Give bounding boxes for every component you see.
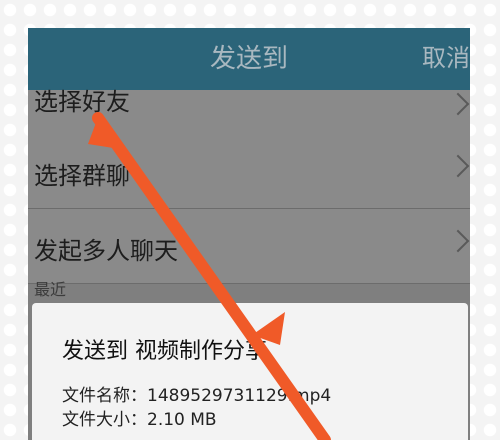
page-title: 发送到 <box>209 44 288 74</box>
file-name-text: 文件名称：1489529731129.mp4 <box>62 386 332 406</box>
chevron-right-icon <box>446 92 470 116</box>
select-friend-item[interactable]: 选择好友 <box>28 88 470 135</box>
recent-section-label: 最近 <box>34 280 67 299</box>
chevron-right-icon <box>446 154 470 178</box>
select-group-label: 选择群聊 <box>34 162 130 190</box>
send-confirm-dialog: 发送到 视频制作分享 文件名称：1489529731129.mp4 文件大小：2… <box>32 303 468 440</box>
cancel-button[interactable]: 取消 <box>422 38 470 73</box>
chevron-right-icon <box>446 229 470 253</box>
app-screen: 发送到 取消 选择好友 选择群聊 发起多人聊天 最近 发送到 视频制作分享 文件… <box>28 28 470 440</box>
title-bar: 发送到 取消 <box>28 28 470 90</box>
dialog-title: 发送到 视频制作分享 <box>62 339 267 364</box>
start-multi-chat-label: 发起多人聊天 <box>34 237 178 265</box>
start-multi-chat-item[interactable]: 发起多人聊天 <box>28 209 470 284</box>
select-group-item[interactable]: 选择群聊 <box>28 134 470 209</box>
file-size-text: 文件大小：2.10 MB <box>62 410 217 430</box>
select-friend-label: 选择好友 <box>34 88 130 116</box>
